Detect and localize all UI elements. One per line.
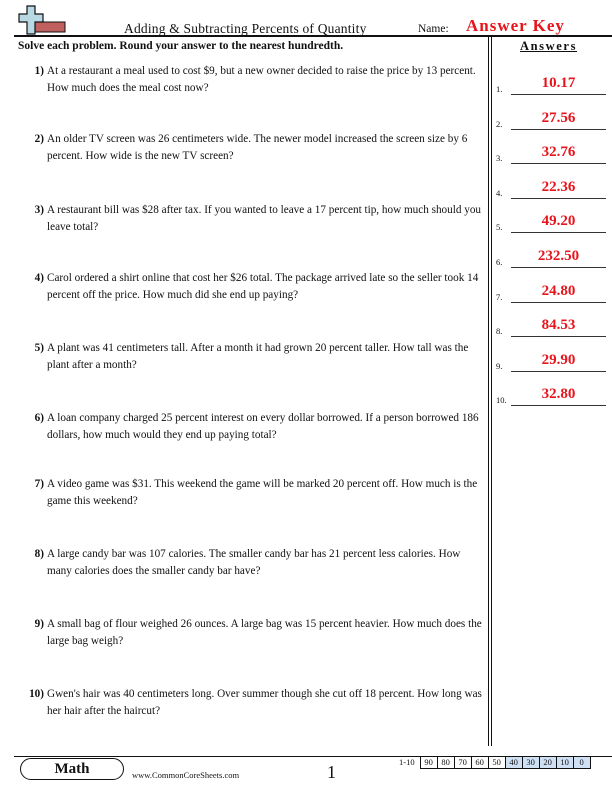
answer-line: [511, 128, 606, 130]
name-value: Answer Key: [466, 16, 565, 35]
answer-item: 4. 22.36: [496, 168, 606, 202]
question-text: Gwen's hair was 40 centimeters long. Ove…: [47, 688, 482, 717]
answers-heading: Answers: [520, 39, 578, 53]
header-rule: [14, 35, 612, 37]
answer-value: 32.80: [541, 386, 576, 403]
score-label: 1-10: [399, 757, 415, 767]
score-cell: 30: [522, 756, 540, 769]
answer-value: 32.76: [541, 144, 576, 161]
question-text: A plant was 41 centimeters tall. After a…: [47, 342, 469, 371]
answer-line: [511, 301, 606, 303]
question-text: Carol ordered a shirt online that cost h…: [47, 272, 479, 301]
answer-value: 49.20: [541, 213, 576, 230]
question-item: 7) A video game was $31. This weekend the…: [22, 476, 484, 509]
score-cell: 60: [471, 756, 489, 769]
question-item: 3) A restaurant bill was $28 after tax. I…: [22, 202, 484, 235]
answer-item: 8. 84.53: [496, 306, 606, 340]
answer-value: 24.80: [541, 282, 576, 299]
answer-number: 9.: [496, 360, 503, 371]
question-item: 5) A plant was 41 centimeters tall. After…: [22, 340, 484, 373]
answer-value: 10.17: [541, 75, 576, 91]
question-item: 9) A small bag of flour weighed 26 ounces…: [22, 616, 484, 649]
answer-line: [511, 405, 606, 407]
answer-value: 27.56: [541, 109, 576, 126]
score-cell: 50: [488, 756, 506, 769]
question-item: 6) A loan company charged 25 percent inte…: [22, 410, 484, 443]
answer-number: 7.: [496, 291, 503, 302]
subject-badge: Math: [20, 758, 124, 780]
question-text: An older TV screen was 26 centimeters wi…: [47, 133, 468, 162]
answer-line: [511, 94, 606, 95]
answer-line: [511, 370, 606, 372]
score-cell: 90: [419, 756, 438, 769]
score-cell: 40: [505, 756, 523, 769]
question-item: 10) Gwen's hair was 40 centimeters long. …: [22, 686, 484, 719]
answer-number: 5.: [496, 222, 503, 233]
plus-minus-logo-icon: [18, 5, 66, 35]
answer-value: 22.36: [541, 178, 576, 195]
answer-item: 1. 10.17: [496, 64, 606, 98]
question-number: 7): [34, 478, 44, 490]
question-number: 8): [34, 548, 44, 560]
page-number: 1: [327, 762, 336, 782]
answer-line: [511, 232, 606, 234]
answer-item: 6. 232.50: [496, 237, 606, 271]
question-number: 6): [34, 412, 44, 424]
answer-line: [511, 267, 606, 268]
answer-item: 5. 49.20: [496, 202, 606, 236]
score-cell: 0: [573, 756, 591, 769]
question-item: 4) Carol ordered a shirt online that cost…: [22, 270, 484, 303]
answer-value: 232.50: [537, 248, 580, 264]
name-label: Name:: [418, 23, 449, 35]
score-cell: 80: [437, 756, 455, 769]
answer-item: 9. 29.90: [496, 341, 606, 375]
question-text: A restaurant bill was $28 after tax. If …: [47, 204, 482, 233]
answer-line: [511, 197, 606, 199]
question-text: A loan company charged 25 percent intere…: [47, 412, 479, 441]
question-text: A small bag of flour weighed 26 ounces. …: [47, 618, 482, 647]
question-number: 5): [34, 342, 44, 354]
question-text: A video game was $31. This weekend the g…: [47, 478, 478, 507]
answer-number: 8.: [496, 326, 503, 337]
answer-number: 10.: [496, 395, 507, 406]
question-number: 3): [34, 204, 44, 216]
question-number: 9): [34, 618, 44, 630]
question-item: 2) An older TV screen was 26 centimeters …: [22, 131, 484, 164]
question-text: At a restaurant a meal used to cost $9, …: [47, 65, 476, 94]
site-link[interactable]: www.CommonCoreSheets.com: [132, 770, 239, 780]
answer-line: [511, 163, 606, 165]
instructions: Solve each problem. Round your answer to…: [18, 40, 344, 52]
question-number: 1): [34, 65, 44, 77]
score-table: 1-10 90 80 70 60 50 40 30 20 10 0: [399, 756, 591, 769]
column-divider: [488, 36, 492, 746]
answer-number: 6.: [496, 257, 503, 267]
answer-item: 2. 27.56: [496, 99, 606, 133]
score-cell: 20: [539, 756, 557, 769]
score-cell: 70: [454, 756, 472, 769]
answer-number: 1.: [496, 84, 503, 94]
question-item: 1) At a restaurant a meal used to cost $9…: [22, 63, 484, 96]
answer-item: 7. 24.80: [496, 272, 606, 306]
answer-value: 84.53: [541, 317, 576, 334]
question-number: 10): [29, 688, 44, 700]
answer-value: 29.90: [541, 351, 576, 368]
answer-item: 10. 32.80: [496, 375, 606, 409]
answer-number: 3.: [496, 153, 503, 164]
question-item: 8) A large candy bar was 107 calories. Th…: [22, 546, 484, 579]
question-number: 4): [34, 272, 44, 284]
score-cell: 10: [556, 756, 574, 769]
answer-line: [511, 336, 606, 338]
answer-number: 4.: [496, 187, 503, 198]
answer-item: 3. 32.76: [496, 133, 606, 167]
question-text: A large candy bar was 107 calories. The …: [47, 548, 461, 577]
question-number: 2): [34, 133, 44, 145]
answer-number: 2.: [496, 118, 503, 129]
